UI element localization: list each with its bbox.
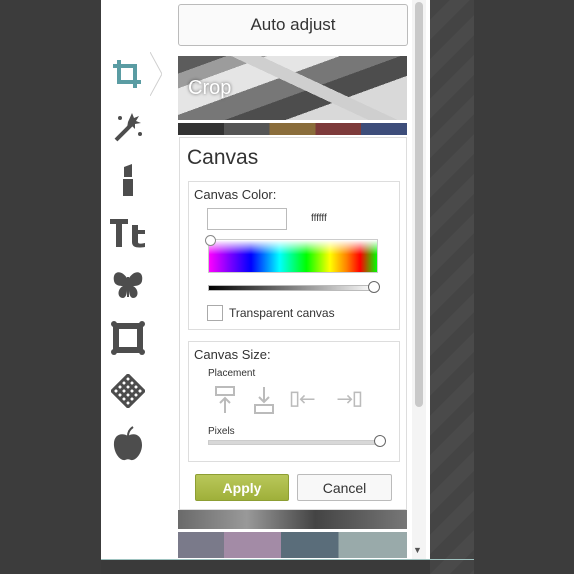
brightness-slider[interactable] <box>208 285 376 291</box>
brightness-slider-knob[interactable] <box>368 281 380 293</box>
thumbnail-strip[interactable] <box>178 510 407 529</box>
magic-wand-icon <box>114 113 142 142</box>
frame-icon <box>111 321 145 355</box>
crop-icon <box>113 60 141 88</box>
place-right-icon[interactable] <box>336 386 362 414</box>
scroll-down-arrow-icon[interactable]: ▼ <box>413 545 422 555</box>
tool-seasonal[interactable] <box>108 424 148 464</box>
color-hex-input[interactable] <box>207 208 287 230</box>
tool-sidebar <box>101 0 155 560</box>
tool-enhance[interactable] <box>108 107 148 147</box>
canvas-color-label: Canvas Color: <box>194 187 277 202</box>
placement-label: Placement <box>208 368 256 379</box>
tool-textures[interactable] <box>108 371 148 411</box>
pixels-slider-knob[interactable] <box>374 435 386 447</box>
auto-adjust-button[interactable]: Auto adjust <box>178 4 408 46</box>
place-bottom-icon[interactable] <box>251 386 277 414</box>
thumbnail-strip[interactable] <box>178 532 407 558</box>
pixels-label: Pixels <box>208 426 235 437</box>
transparent-canvas-label: Transparent canvas <box>229 306 335 320</box>
color-spectrum-picker[interactable] <box>208 239 378 273</box>
place-top-icon[interactable] <box>212 386 238 414</box>
butterfly-icon <box>113 272 143 298</box>
bottom-accent-line <box>101 559 474 560</box>
editor-canvas-area <box>430 0 474 574</box>
cancel-button[interactable]: Cancel <box>297 474 392 501</box>
tool-stickers[interactable] <box>108 265 148 305</box>
place-left-icon[interactable] <box>290 386 316 414</box>
color-hex-value: ffffff <box>311 213 327 224</box>
apply-button[interactable]: Apply <box>195 474 289 501</box>
crop-thumbnail[interactable]: Crop <box>178 56 407 120</box>
right-background <box>474 0 574 574</box>
scrollbar-thumb[interactable] <box>415 2 423 407</box>
tool-touchup[interactable] <box>108 160 148 200</box>
texture-icon <box>111 374 145 408</box>
text-icon <box>110 219 145 248</box>
pixels-slider[interactable] <box>208 440 378 445</box>
lipstick-icon <box>123 164 133 196</box>
canvas-size-label: Canvas Size: <box>194 347 271 362</box>
left-background <box>0 0 101 574</box>
transparent-canvas-checkbox[interactable] <box>207 305 223 321</box>
canvas-title: Canvas <box>187 146 259 169</box>
crop-label: Crop <box>188 77 232 99</box>
thumbnail-strip[interactable] <box>178 123 407 135</box>
tool-crop[interactable] <box>108 55 148 95</box>
tool-frames[interactable] <box>108 318 148 358</box>
tool-text[interactable] <box>108 212 148 252</box>
spectrum-handle[interactable] <box>205 235 216 246</box>
apple-icon <box>113 426 142 461</box>
active-tool-pointer <box>150 52 162 96</box>
